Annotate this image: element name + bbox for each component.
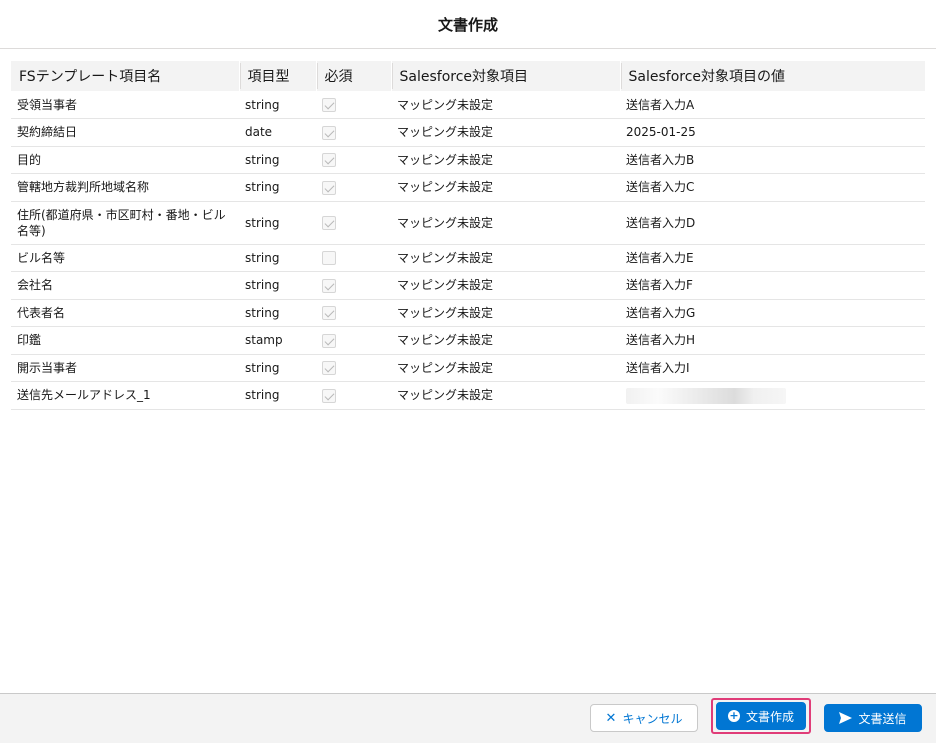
- cell-field-type: string: [239, 354, 316, 382]
- cell-field-type: string: [239, 381, 316, 410]
- cell-sf-field: マッピング未設定: [391, 118, 620, 147]
- redacted-value: [626, 387, 786, 404]
- send-button-label: 文書送信: [858, 711, 907, 726]
- required-checkbox: [322, 125, 336, 140]
- required-checkbox: [322, 306, 336, 321]
- cell-template-field: ビル名等: [11, 244, 239, 272]
- cell-template-field: 目的: [11, 146, 239, 174]
- create-document-button[interactable]: + 文書作成: [716, 702, 806, 730]
- cell-sf-field: マッピング未設定: [391, 173, 620, 202]
- cell-sf-field: マッピング未設定: [391, 146, 620, 174]
- cell-sf-value: 送信者入力I: [620, 354, 925, 382]
- table-header-row: FSテンプレート項目名 項目型 必須 Salesforce対象項目 Salesf…: [11, 61, 925, 91]
- cell-template-field: 印鑑: [11, 326, 239, 355]
- cell-required: [316, 244, 391, 272]
- cell-field-type: string: [239, 91, 316, 119]
- header-sf-field: Salesforce対象項目: [390, 61, 620, 91]
- header-template-field: FSテンプレート項目名: [19, 69, 162, 85]
- table-row: 開示当事者 string マッピング未設定 送信者入力I: [11, 354, 925, 382]
- add-icon: +: [727, 709, 740, 722]
- cell-field-type: string: [239, 201, 316, 245]
- cell-sf-value: 送信者入力G: [620, 299, 925, 327]
- cell-sf-field: マッピング未設定: [391, 201, 620, 245]
- cell-sf-field: マッピング未設定: [391, 326, 620, 355]
- cell-field-type: stamp: [239, 326, 316, 355]
- table-row: ビル名等 string マッピング未設定 送信者入力E: [11, 244, 925, 272]
- required-checkbox: [322, 278, 336, 293]
- cell-sf-value: 送信者入力F: [620, 271, 925, 300]
- cell-required: [316, 173, 391, 202]
- cell-required: [316, 118, 391, 147]
- cell-template-field: 会社名: [11, 271, 239, 300]
- cell-sf-field: マッピング未設定: [391, 381, 620, 410]
- cancel-button-label: キャンセル: [622, 711, 683, 726]
- header-sf-value: Salesforce対象項目の値: [619, 61, 925, 91]
- cell-sf-value: 送信者入力A: [620, 91, 925, 119]
- cell-field-type: string: [239, 271, 316, 300]
- cell-sf-field: マッピング未設定: [391, 271, 620, 300]
- cell-template-field: 管轄地方裁判所地域名称: [11, 173, 239, 202]
- cell-required: [316, 91, 391, 119]
- field-mapping-table: FSテンプレート項目名 項目型 必須 Salesforce対象項目 Salesf…: [11, 61, 925, 410]
- table-row: 印鑑 stamp マッピング未設定 送信者入力H: [11, 326, 925, 355]
- cell-required: [316, 326, 391, 355]
- cell-sf-field: マッピング未設定: [391, 299, 620, 327]
- cell-field-type: string: [239, 244, 316, 272]
- send-document-button[interactable]: 文書送信: [824, 704, 922, 732]
- cell-sf-value: [620, 381, 925, 410]
- send-icon: [839, 712, 853, 724]
- cancel-button[interactable]: ✕ キャンセル: [590, 704, 698, 732]
- required-checkbox: [322, 153, 336, 168]
- create-button-label: 文書作成: [745, 709, 794, 724]
- cell-required: [316, 201, 391, 245]
- required-checkbox: [322, 180, 336, 195]
- cell-field-type: string: [239, 299, 316, 327]
- cell-required: [316, 299, 391, 327]
- required-checkbox: [322, 251, 336, 266]
- cell-sf-value: 送信者入力H: [620, 326, 925, 355]
- table-row: 目的 string マッピング未設定 送信者入力B: [11, 146, 925, 174]
- cell-field-type: string: [239, 146, 316, 174]
- table-row: 会社名 string マッピング未設定 送信者入力F: [11, 271, 925, 300]
- cell-field-type: date: [239, 118, 316, 147]
- cell-template-field: 受領当事者: [11, 91, 239, 119]
- cell-sf-value: 2025-01-25: [620, 118, 925, 147]
- cell-required: [316, 146, 391, 174]
- cell-template-field: 契約締結日: [11, 118, 239, 147]
- modal-title: 文書作成: [437, 15, 498, 34]
- header-field-type: 項目型: [238, 61, 316, 91]
- cell-sf-field: マッピング未設定: [391, 354, 620, 382]
- cell-sf-field: マッピング未設定: [391, 91, 620, 119]
- cell-sf-value: 送信者入力D: [620, 201, 925, 245]
- cell-sf-value: 送信者入力E: [620, 244, 925, 272]
- table-row: 送信先メールアドレス_1 string マッピング未設定: [11, 381, 925, 410]
- required-checkbox: [322, 216, 336, 230]
- table-row: 管轄地方裁判所地域名称 string マッピング未設定 送信者入力C: [11, 173, 925, 202]
- required-checkbox: [322, 388, 336, 403]
- cell-sf-field: マッピング未設定: [391, 244, 620, 272]
- cell-template-field: 住所(都道府県・市区町村・番地・ビル名等): [11, 201, 239, 245]
- create-button-highlight: + 文書作成: [711, 698, 811, 734]
- required-checkbox: [322, 333, 336, 348]
- cell-sf-value: 送信者入力B: [620, 146, 925, 174]
- modal-header: 文書作成: [0, 0, 936, 49]
- cell-template-field: 送信先メールアドレス_1: [11, 381, 239, 410]
- required-checkbox: [322, 98, 336, 112]
- cell-template-field: 代表者名: [11, 299, 239, 327]
- cell-field-type: string: [239, 173, 316, 202]
- table-row: 代表者名 string マッピング未設定 送信者入力G: [11, 299, 925, 327]
- cell-template-field: 開示当事者: [11, 354, 239, 382]
- table-row: 住所(都道府県・市区町村・番地・ビル名等) string マッピング未設定 送信者入力…: [11, 201, 925, 245]
- cell-sf-value: 送信者入力C: [620, 173, 925, 202]
- table-row: 受領当事者 string マッピング未設定 送信者入力A: [11, 91, 925, 119]
- cell-required: [316, 271, 391, 300]
- cell-required: [316, 381, 391, 410]
- cell-required: [316, 354, 391, 382]
- table-row: 契約締結日 date マッピング未設定 2025-01-25: [11, 118, 925, 147]
- modal-content: FSテンプレート項目名 項目型 必須 Salesforce対象項目 Salesf…: [0, 49, 936, 693]
- header-required: 必須: [315, 61, 391, 91]
- close-icon: ✕: [605, 710, 617, 726]
- required-checkbox: [322, 361, 336, 376]
- modal-footer: ✕ キャンセル + 文書作成 文書送信: [0, 693, 936, 743]
